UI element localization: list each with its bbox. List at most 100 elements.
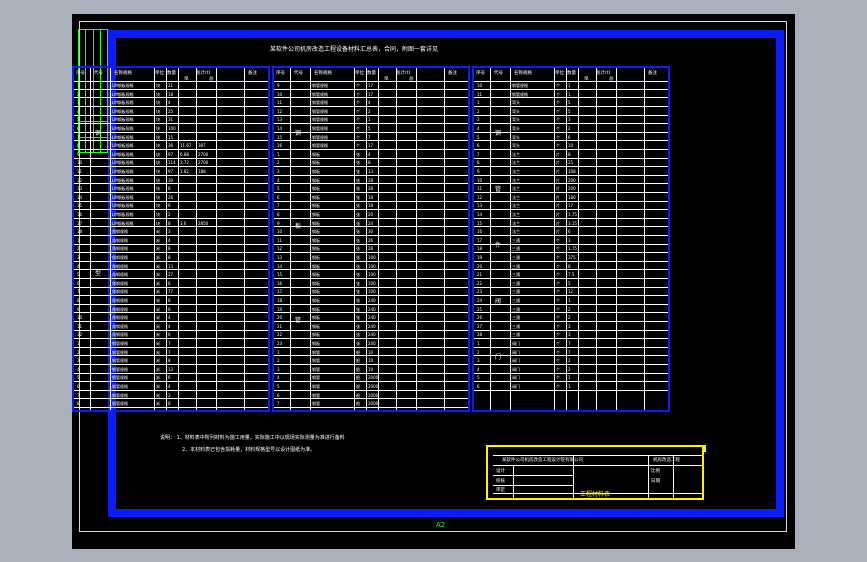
table-row[interactable]: 11 钢管规格 个 1 [474,91,668,99]
table-row[interactable]: 10 法兰 片 200 [474,177,668,185]
table-row[interactable]: 1 弯头 个 5 [474,99,668,108]
table-row[interactable]: 16 LM钢板规格 块 2 [74,211,268,219]
table-row[interactable]: 18 角钢规格 米 3 [74,228,268,237]
table-row[interactable]: 4 弯头 个 2 [474,125,668,133]
table-row[interactable]: 3 钢管 根 10 [274,366,468,374]
table-row[interactable]: 21 三通 个 7.5 [474,271,668,280]
table-row[interactable]: 4 阀门 个 2 [474,366,668,374]
table-row[interactable]: 11 LM钢板规格 块 97 1.82 188 [74,168,268,176]
table-row[interactable]: 1 阀门 个 7 [474,340,668,348]
table-row[interactable]: 23 三通 个 12 [474,288,668,297]
table-row[interactable]: 5 钢管规格 米 6 [74,374,268,383]
table-row[interactable]: 11 钢管规格 个 4 [274,99,468,108]
table-row[interactable]: 9 角钢规格 米 8 [74,306,268,314]
table-row[interactable]: 22 钢板 张 240 [274,331,468,340]
table-row[interactable]: 5 钢管 根 2000 [274,383,468,391]
table-row[interactable]: 15 钢板 张 100 [274,271,468,280]
table-row[interactable]: 1 LM钢板规格 块 21 [74,82,268,90]
table-row[interactable]: 2 LM钢板规格 块 18 [74,91,268,99]
table-row[interactable]: 20 钢板 张 240 [274,314,468,323]
table-row[interactable]: 3 钢管规格 米 8 [74,357,268,366]
table-row[interactable]: 12 法兰 片 180 [474,194,668,202]
table-row[interactable]: 15 法兰 片 3.15 [474,220,668,228]
table-row[interactable]: 3 钢板 张 13 [274,168,468,176]
table-row[interactable]: 15 LM钢板规格 块 6 [74,202,268,211]
table-row[interactable]: 10 角钢规格 米 4 [74,314,268,323]
table-row[interactable]: 27 三通 个 3 [474,323,668,331]
table-row[interactable]: 1 钢管 根 10 [274,349,468,357]
table-row[interactable]: 8 LM钢板规格 块 36 11.67 387 [74,142,268,151]
table-row[interactable]: 13 法兰 片 17 [474,202,668,211]
table-row[interactable]: 7 钢板 张 18 [274,202,468,211]
table-row[interactable]: 5 弯头 个 6 [474,134,668,142]
table-row[interactable]: 19 钢板 张 240 [274,306,468,314]
table-row[interactable]: 2 钢管 根 10 [274,357,468,366]
table-row[interactable]: 9 法兰 片 108 [474,168,668,176]
table-row[interactable]: 6 钢板 张 18 [274,194,468,202]
table-row[interactable]: 2 钢板 张 8 [274,159,468,168]
table-row[interactable]: 6 钢管规格 米 4 [74,383,268,391]
table-row[interactable]: 9 LM钢板规格 块 97 6.88 2700 [74,151,268,159]
table-row[interactable]: 9 钢板 张 24 [274,220,468,228]
table-row[interactable]: 5 角钢规格 米 27 [74,271,268,280]
table-row[interactable]: 13 钢板 张 100 [274,254,468,262]
table-row[interactable]: 7 钢管规格 米 2 [74,392,268,400]
table-row[interactable]: 2 角钢规格 米 8 [74,245,268,254]
table-row[interactable]: 6 钢管 根 2000 [274,392,468,400]
table-row[interactable]: 11 角钢规格 米 4 [74,323,268,331]
table-row[interactable]: 13 LM钢板规格 块 8 [74,185,268,194]
table-row[interactable]: 4 钢管 根 2000 [274,374,468,383]
table-row[interactable]: 10 钢管规格 个 1 [474,82,668,90]
table-row[interactable]: 8 法兰 片 25 [474,159,668,168]
table-row[interactable]: 19 三通 个 375 [474,254,668,262]
table-row[interactable]: 6 角钢规格 米 6 [74,280,268,288]
table-row[interactable]: 17 钢板 张 100 [274,288,468,297]
table-row[interactable]: 3 阀门 个 2 [474,357,668,366]
table-row[interactable]: 5 钢板 张 28 [274,185,468,194]
table-row[interactable]: 5 LM钢板规格 块 31 [74,116,268,125]
table-row[interactable]: 16 钢管规格 个 17 [274,142,468,151]
table-row[interactable]: 12 钢板 张 28 [274,245,468,254]
table-row[interactable]: 15 钢管规格 个 7 [274,134,468,142]
table-row[interactable]: 6 LM钢板规格 块 100 [74,125,268,133]
table-row[interactable]: 14 钢板 张 100 [274,263,468,271]
table-row[interactable]: 10 LM钢板规格 块 114 3.72 2700 [74,159,268,168]
table-row[interactable]: 3 弯头 个 3 [474,116,668,125]
table-row[interactable]: 2 弯头 个 5 [474,108,668,116]
table-row[interactable]: 1 角钢规格 米 4 [74,237,268,245]
table-row[interactable]: 14 LM钢板规格 块 26 [74,194,268,202]
table-row[interactable]: 16 法兰 片 6 [474,228,668,237]
table-row[interactable]: 7 角钢规格 米 77 [74,288,268,297]
table-row[interactable]: 4 钢管规格 米 13 [74,366,268,374]
table-row[interactable]: 12 角钢规格 米 6 [74,331,268,340]
table-row[interactable]: 20 三通 个 8 [474,263,668,271]
table-row[interactable]: 12 钢管规格 个 2 [274,108,468,116]
table-row[interactable]: 4 LM钢板规格 块 25 [74,108,268,116]
table-row[interactable]: 23 钢板 张 240 [274,340,468,348]
table-row[interactable]: 24 三通 个 1 [474,297,668,305]
table-row[interactable]: 4 角钢规格 米 13 [74,263,268,271]
table-row[interactable]: 26 三通 个 2 [474,314,668,323]
table-row[interactable]: 28 三通 个 3 [474,331,668,340]
table-row[interactable]: 7 钢管 根 2000 [274,400,468,409]
table-row[interactable]: 13 钢管规格 个 1 [274,116,468,125]
table-row[interactable]: 7 法兰 片 8 [474,151,668,159]
table-row[interactable]: 18 钢板 张 240 [274,297,468,305]
table-row[interactable]: 14 法兰 片 1.75 [474,211,668,219]
table-row[interactable]: 11 钢板 张 26 [274,237,468,245]
table-row[interactable]: 12 LM钢板规格 块 30 [74,177,268,185]
table-row[interactable]: 4 钢板 张 28 [274,177,468,185]
table-row[interactable]: 9 钢管规格 个 17 [274,82,468,90]
table-row[interactable]: 21 钢板 张 240 [274,323,468,331]
table-row[interactable]: 10 钢板 张 30 [274,228,468,237]
table-row[interactable]: 2 钢管规格 米 7 [74,349,268,357]
table-row[interactable]: 8 角钢规格 米 8 [74,297,268,305]
table-row[interactable]: 10 钢管规格 个 17 [274,91,468,99]
table-row[interactable]: 18 三通 个 1.75 [474,245,668,254]
table-row[interactable]: 22 三通 个 5 [474,280,668,288]
table-row[interactable]: 6 阀门 个 1 [474,383,668,391]
table-row[interactable]: 3 角钢规格 米 8 [74,254,268,262]
table-row[interactable]: 16 钢板 张 100 [274,280,468,288]
table-row[interactable]: 1 钢管规格 米 7 [74,340,268,348]
table-row[interactable]: 1 钢板 张 4 [274,151,468,159]
